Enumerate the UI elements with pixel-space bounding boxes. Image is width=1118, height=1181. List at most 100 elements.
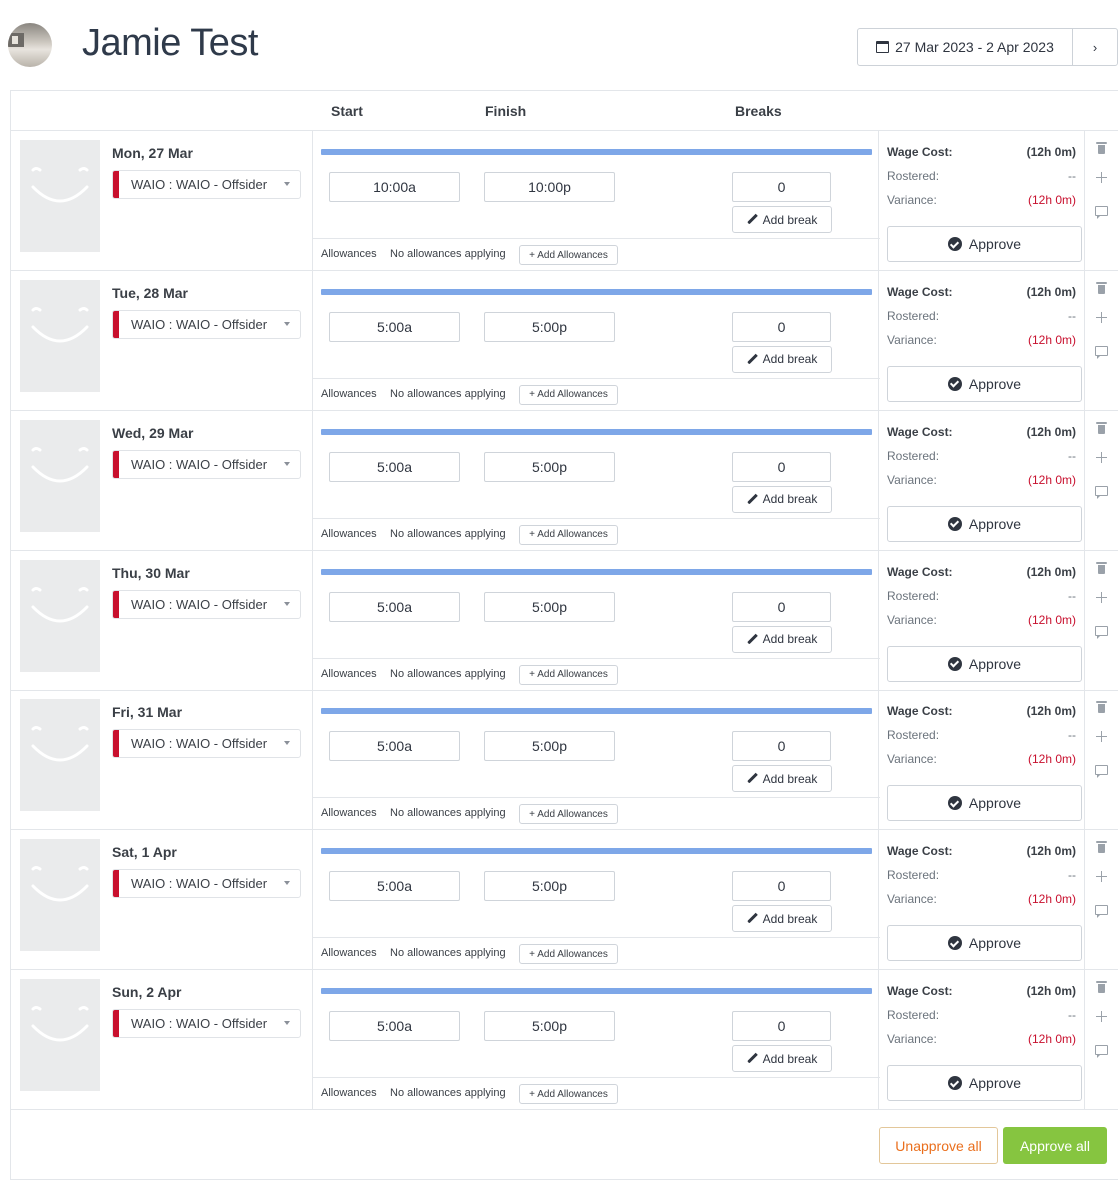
role-select[interactable]: WAIO : WAIO - Offsider (112, 170, 301, 199)
add-break-label: Add break (762, 632, 818, 647)
comment-icon[interactable] (1095, 625, 1108, 639)
role-select-value: WAIO : WAIO - Offsider (131, 316, 268, 332)
allowances-status: No allowances applying (390, 1087, 506, 1100)
row-actions (1084, 830, 1118, 970)
role-select[interactable]: WAIO : WAIO - Offsider (112, 1009, 301, 1039)
finish-time-input[interactable]: 5:00p (484, 1011, 615, 1042)
add-allowances-button[interactable]: + Add Allowances (519, 944, 618, 965)
add-break-button[interactable]: Add break (732, 345, 832, 373)
plus-icon[interactable] (1096, 311, 1107, 323)
add-break-button[interactable]: Add break (732, 765, 832, 793)
start-time-input[interactable]: 5:00a (329, 731, 460, 762)
approve-button[interactable]: Approve (887, 785, 1082, 822)
add-break-button[interactable]: Add break (732, 625, 832, 653)
trash-icon[interactable] (1096, 701, 1107, 714)
approve-button[interactable]: Approve (887, 226, 1082, 262)
row-actions (1084, 690, 1118, 830)
plus-icon[interactable] (1096, 731, 1107, 743)
employee-photo-placeholder (20, 140, 100, 252)
approve-label: Approve (968, 375, 1022, 392)
role-color-marker (113, 310, 119, 338)
comment-icon[interactable] (1095, 485, 1108, 499)
allowances-label: Allowances (321, 807, 377, 820)
start-time-input[interactable]: 5:00a (329, 1011, 460, 1042)
plus-icon[interactable] (1096, 591, 1107, 603)
next-week-button[interactable]: › (1073, 29, 1117, 65)
finish-time-input[interactable]: 5:00p (484, 311, 615, 342)
approve-button[interactable]: Approve (887, 1065, 1082, 1102)
comment-icon[interactable] (1095, 1045, 1108, 1059)
breaks-input[interactable]: 0 (732, 1011, 831, 1042)
role-select[interactable]: WAIO : WAIO - Offsider (112, 309, 301, 339)
trash-icon[interactable] (1096, 561, 1107, 574)
check-circle-icon (947, 516, 962, 531)
finish-time-input[interactable]: 5:00p (484, 451, 615, 482)
add-break-button[interactable]: Add break (732, 905, 832, 933)
start-time-input[interactable]: 10:00a (329, 172, 460, 202)
check-circle-icon (947, 1076, 962, 1091)
row-actions (1084, 270, 1118, 410)
pencil-icon (747, 634, 758, 645)
add-allowances-button[interactable]: + Add Allowances (519, 664, 618, 685)
rostered-value: -- (1068, 728, 1076, 743)
start-time-input[interactable]: 5:00a (329, 591, 460, 622)
add-break-button[interactable]: Add break (732, 206, 832, 233)
add-break-button[interactable]: Add break (732, 1045, 832, 1073)
trash-icon[interactable] (1096, 841, 1107, 854)
role-select[interactable]: WAIO : WAIO - Offsider (112, 869, 301, 899)
start-time-input[interactable]: 5:00a (329, 451, 460, 482)
finish-time-input[interactable]: 5:00p (484, 591, 615, 622)
plus-icon[interactable] (1096, 172, 1107, 183)
finish-time-input[interactable]: 5:00p (484, 731, 615, 762)
trash-icon[interactable] (1096, 981, 1107, 994)
shift-row: Thu, 30 Mar WAIO : WAIO - Offsider 5:00a… (11, 550, 1118, 691)
comment-icon[interactable] (1095, 206, 1108, 219)
comment-icon[interactable] (1095, 345, 1108, 359)
plus-icon[interactable] (1096, 451, 1107, 463)
trash-icon[interactable] (1096, 142, 1107, 154)
breaks-input[interactable]: 0 (732, 731, 831, 762)
finish-time-input[interactable]: 5:00p (484, 871, 615, 902)
comment-icon[interactable] (1095, 905, 1108, 919)
breaks-input[interactable]: 0 (732, 451, 831, 482)
breaks-input[interactable]: 0 (732, 591, 831, 622)
comment-icon[interactable] (1095, 765, 1108, 779)
rostered-value: -- (1068, 588, 1076, 603)
rostered-label: Rostered: (887, 448, 940, 463)
plus-icon[interactable] (1096, 1011, 1107, 1023)
start-time-input[interactable]: 5:00a (329, 311, 460, 342)
trash-icon[interactable] (1096, 281, 1107, 294)
add-break-button[interactable]: Add break (732, 485, 832, 513)
wage-cost-label: Wage Cost: (887, 145, 953, 159)
role-select[interactable]: WAIO : WAIO - Offsider (112, 589, 301, 619)
add-allowances-button[interactable]: + Add Allowances (519, 524, 618, 545)
add-break-label: Add break (762, 212, 818, 227)
breaks-input[interactable]: 0 (732, 172, 831, 202)
add-allowances-button[interactable]: + Add Allowances (519, 804, 618, 825)
rostered-value: -- (1068, 868, 1076, 883)
start-time-input[interactable]: 5:00a (329, 871, 460, 902)
role-select[interactable]: WAIO : WAIO - Offsider (112, 449, 301, 479)
shift-row: Wed, 29 Mar WAIO : WAIO - Offsider 5:00a… (11, 410, 1118, 551)
approve-button[interactable]: Approve (887, 505, 1082, 542)
shift-timeline-bar (321, 288, 872, 295)
rostered-value: -- (1068, 448, 1076, 463)
date-range-button[interactable]: 27 Mar 2023 - 2 Apr 2023 (858, 29, 1073, 65)
trash-icon[interactable] (1096, 421, 1107, 434)
shift-timeline-bar (321, 708, 872, 715)
shift-timeline-bar (321, 428, 872, 435)
approve-button[interactable]: Approve (887, 645, 1082, 682)
role-select[interactable]: WAIO : WAIO - Offsider (112, 729, 301, 759)
finish-time-input[interactable]: 10:00p (484, 172, 615, 202)
add-allowances-button[interactable]: + Add Allowances (519, 1084, 618, 1105)
approve-button[interactable]: Approve (887, 365, 1082, 402)
breaks-input[interactable]: 0 (732, 311, 831, 342)
unapprove-all-button[interactable]: Unapprove all (879, 1127, 998, 1164)
add-allowances-button[interactable]: + Add Allowances (519, 245, 618, 265)
approve-label: Approve (968, 1075, 1022, 1092)
plus-icon[interactable] (1096, 871, 1107, 883)
approve-all-button[interactable]: Approve all (1003, 1127, 1107, 1164)
approve-button[interactable]: Approve (887, 925, 1082, 962)
add-allowances-button[interactable]: + Add Allowances (519, 384, 618, 405)
breaks-input[interactable]: 0 (732, 871, 831, 902)
